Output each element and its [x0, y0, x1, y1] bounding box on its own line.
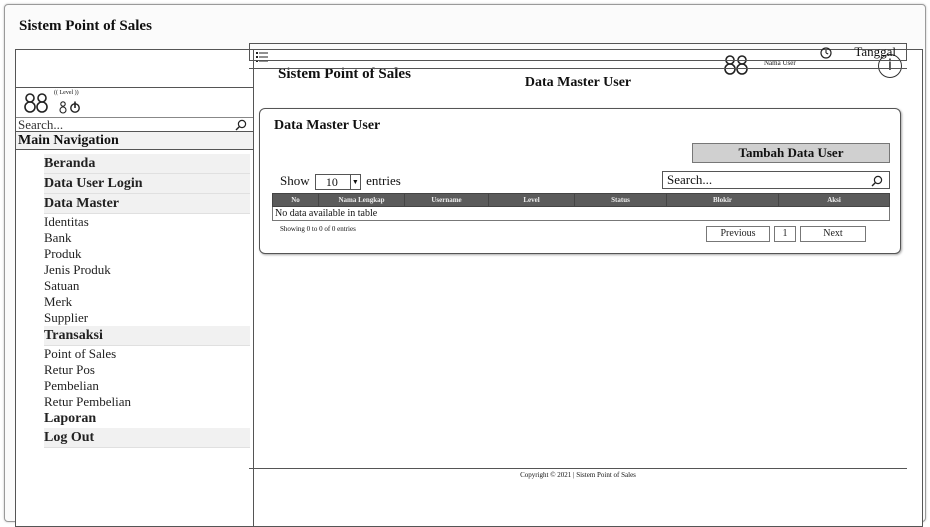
main-navigation-heading: Main Navigation — [16, 132, 253, 150]
users-icon — [24, 93, 48, 113]
sidebar-search-placeholder: Search... — [18, 117, 64, 132]
nav-item-jenis-produk[interactable]: Jenis Produk — [44, 262, 253, 278]
search-icon[interactable] — [871, 175, 883, 187]
chevron-down-icon[interactable]: ▼ — [349, 175, 360, 190]
nav-item-pembelian[interactable]: Pembelian — [44, 378, 253, 394]
nav-item-data-master[interactable]: Data Master — [44, 194, 250, 214]
add-user-button[interactable]: Tambah Data User — [692, 143, 890, 163]
clock-icon — [820, 47, 832, 59]
search-icon[interactable] — [235, 119, 247, 131]
column-header-username[interactable]: Username — [404, 193, 489, 207]
user-level: (( Level )) — [54, 90, 79, 96]
table-header-row: No Nama Lengkap Username Level Status Bl… — [272, 193, 890, 207]
entries-select-value: 10 — [325, 175, 338, 190]
table-search-placeholder: Search... — [667, 172, 713, 187]
nav-item-supplier[interactable]: Supplier — [44, 310, 253, 326]
nav-item-laporan[interactable]: Laporan — [44, 410, 253, 428]
nav-item-identitas[interactable]: Identitas — [44, 214, 253, 230]
window-title: Sistem Point of Sales — [19, 18, 152, 34]
pagination: Previous 1 Next — [706, 226, 866, 242]
card-title: Data Master User — [274, 118, 381, 133]
column-header-no[interactable]: No — [272, 193, 319, 207]
nav-item-beranda[interactable]: Beranda — [44, 154, 250, 174]
column-header-aksi[interactable]: Aksi — [778, 193, 890, 207]
previous-page-button[interactable]: Previous — [706, 226, 770, 242]
sidebar: (( Level )) Search... Main Navigation Be… — [16, 50, 254, 526]
data-master-user-card: Data Master User Tambah Data User Show 1… — [259, 108, 901, 254]
entries-select[interactable]: 10 ▼ — [314, 174, 361, 191]
table-info: Showing 0 to 0 of 0 entries — [280, 225, 356, 233]
user-table: No Nama Lengkap Username Level Status Bl… — [272, 193, 890, 221]
table-row: No data available in table — [272, 206, 890, 221]
footer: Copyright © 2021 | Sistem Point of Sales — [249, 468, 907, 480]
column-header-level[interactable]: Level — [488, 193, 575, 207]
app-window: Sistem Point of Sales (( Level )) Search… — [4, 4, 926, 527]
nav-item-merk[interactable]: Merk — [44, 294, 253, 310]
next-page-button[interactable]: Next — [800, 226, 866, 242]
nav-item-transaksi[interactable]: Transaksi — [44, 326, 250, 346]
sidebar-search[interactable]: Search... — [16, 118, 253, 132]
nav-item-log-out[interactable]: Log Out — [44, 428, 250, 448]
page-1-button[interactable]: 1 — [774, 226, 796, 242]
user-panel: (( Level )) — [16, 88, 253, 118]
entries-label: entries — [366, 173, 401, 188]
length-control: Show 10 ▼ entries — [280, 173, 401, 191]
date-bar: Tanggal — [249, 43, 907, 61]
column-header-nama-lengkap[interactable]: Nama Lengkap — [318, 193, 405, 207]
nav-item-data-user-login[interactable]: Data User Login — [44, 174, 250, 194]
show-label: Show — [280, 173, 310, 188]
profile-power-icons — [59, 101, 80, 114]
nav-item-retur-pos[interactable]: Retur Pos — [44, 362, 253, 378]
column-header-blokir[interactable]: Blokir — [666, 193, 779, 207]
nav-list: Beranda Data User Login Data Master Iden… — [16, 150, 253, 448]
column-header-status[interactable]: Status — [574, 193, 667, 207]
date-label: Tanggal — [854, 44, 896, 59]
sidebar-header — [16, 50, 253, 88]
header-divider — [249, 68, 907, 69]
empty-table-message: No data available in table — [272, 206, 890, 221]
nav-item-satuan[interactable]: Satuan — [44, 278, 253, 294]
nav-item-bank[interactable]: Bank — [44, 230, 253, 246]
page-title: Data Master User — [524, 75, 632, 90]
nav-item-retur-pembelian[interactable]: Retur Pembelian — [44, 394, 253, 410]
nav-item-produk[interactable]: Produk — [44, 246, 253, 262]
nav-item-point-of-sales[interactable]: Point of Sales — [44, 346, 253, 362]
table-search-input[interactable]: Search... — [662, 171, 890, 189]
